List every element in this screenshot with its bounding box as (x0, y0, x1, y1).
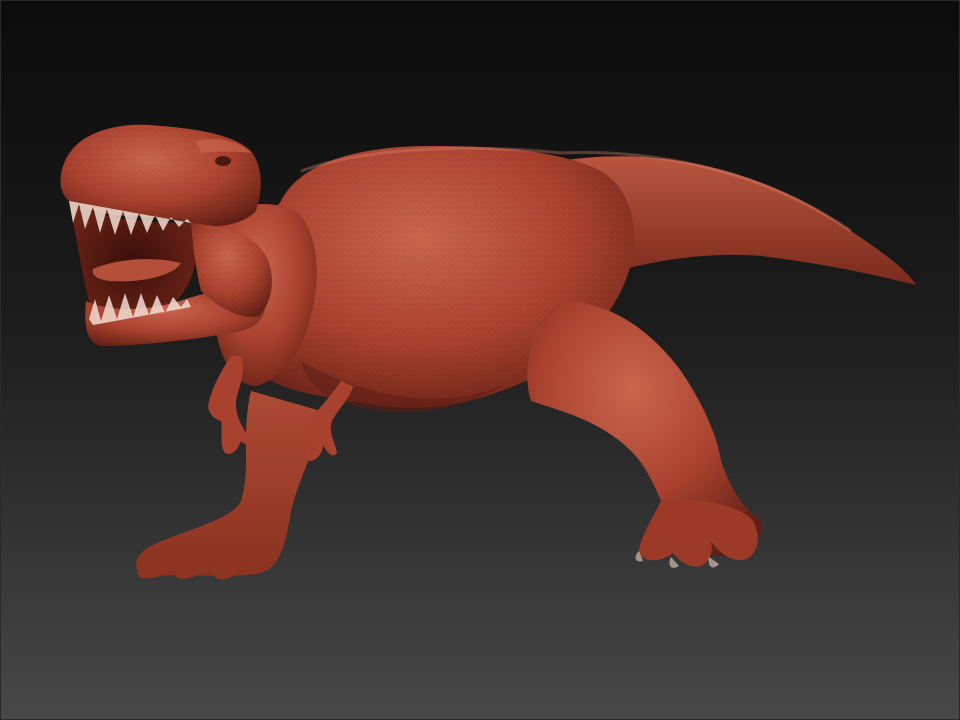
dinosaur-eye (215, 156, 231, 166)
dinosaur-render (1, 1, 959, 719)
render-viewport[interactable] (0, 0, 960, 720)
